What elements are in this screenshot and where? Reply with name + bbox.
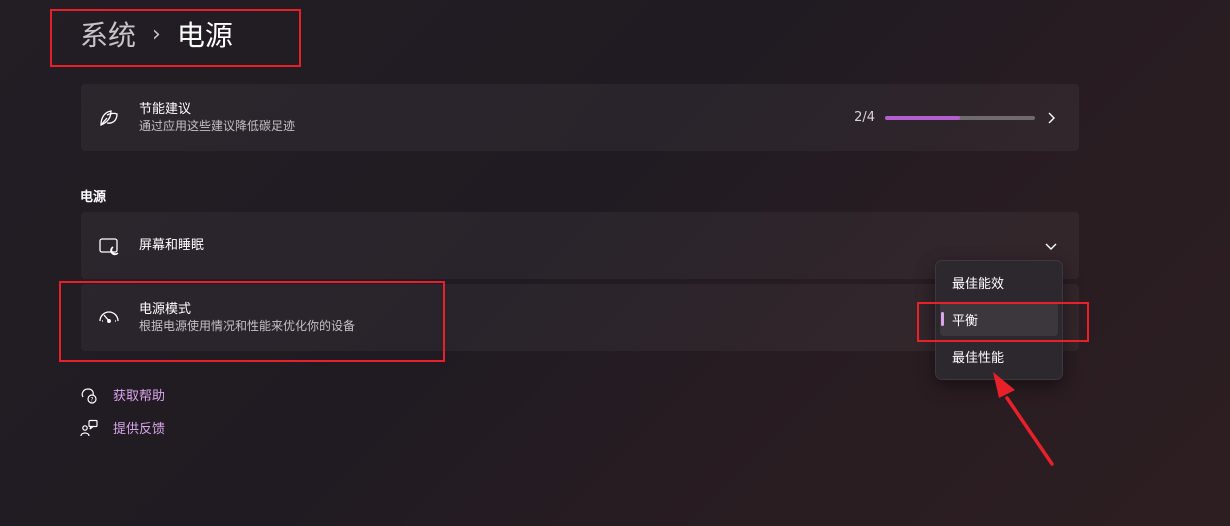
option-balanced[interactable]: 平衡: [940, 302, 1058, 336]
progress-bar-fill: [885, 116, 960, 120]
leaf-icon: [97, 106, 121, 130]
breadcrumb: 系统 › 电源: [80, 12, 233, 56]
help-icon: ?: [80, 386, 98, 404]
get-help-link[interactable]: ? 获取帮助: [80, 385, 165, 404]
option-best-efficiency[interactable]: 最佳能效: [940, 265, 1058, 299]
option-best-performance[interactable]: 最佳性能: [940, 339, 1058, 373]
energy-recommendations-card[interactable]: 节能建议 通过应用这些建议降低碳足迹 2/4: [81, 84, 1079, 151]
selected-indicator: [941, 312, 944, 326]
progress-count: 2/4: [854, 110, 875, 125]
feedback-icon: [80, 419, 98, 437]
screen-sleep-card[interactable]: 屏幕和睡眠: [81, 212, 1079, 279]
section-title-power: 电源: [80, 190, 107, 205]
annotation-arrow: [993, 372, 1054, 466]
breadcrumb-separator: ›: [152, 21, 161, 47]
screen-sleep-icon: [97, 234, 121, 258]
power-mode-subtitle: 根据电源使用情况和性能来优化你的设备: [139, 319, 356, 333]
gauge-icon: [97, 306, 121, 330]
breadcrumb-parent[interactable]: 系统: [80, 14, 136, 54]
progress-bar: [885, 116, 1035, 120]
chevron-right-icon: [1043, 110, 1059, 126]
power-mode-title: 电源模式: [139, 302, 192, 317]
energy-recommendations-subtitle: 通过应用这些建议降低碳足迹: [139, 119, 296, 133]
page-title: 电源: [176, 19, 233, 52]
power-mode-card[interactable]: 电源模式 根据电源使用情况和性能来优化你的设备: [81, 284, 1079, 351]
chevron-down-icon[interactable]: [1043, 238, 1059, 254]
svg-text:?: ?: [90, 396, 93, 403]
give-feedback-label: 提供反馈: [113, 422, 166, 437]
give-feedback-link[interactable]: 提供反馈: [80, 418, 165, 437]
power-mode-dropdown: 最佳能效 平衡 最佳性能: [935, 260, 1063, 380]
energy-recommendations-title: 节能建议: [139, 102, 192, 117]
screen-sleep-title: 屏幕和睡眠: [139, 238, 205, 253]
get-help-label: 获取帮助: [113, 389, 166, 404]
